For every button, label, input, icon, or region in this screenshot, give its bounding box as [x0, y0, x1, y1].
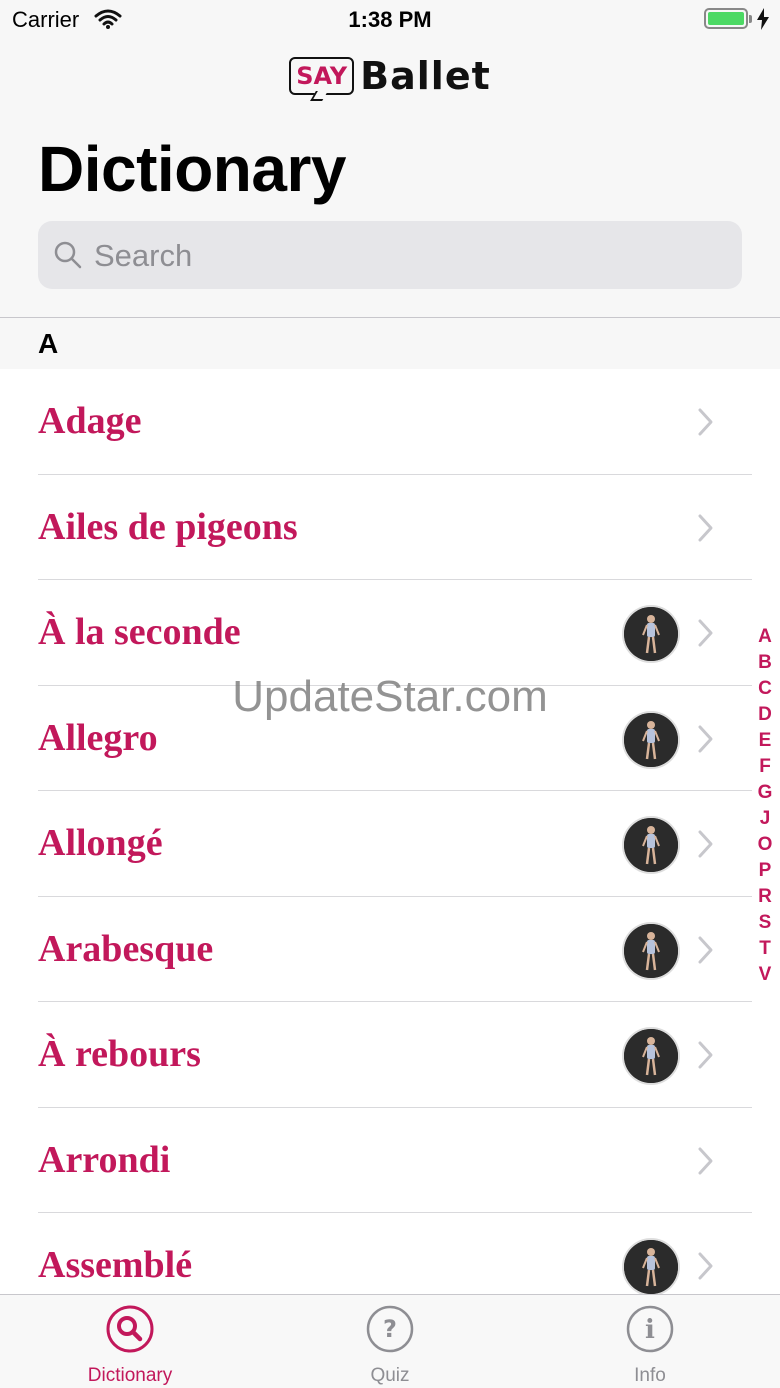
index-letter[interactable]: O	[750, 832, 780, 858]
index-letter[interactable]: V	[750, 962, 780, 988]
term-label: À rebours	[38, 1033, 201, 1075]
chevron-right-icon	[697, 724, 715, 759]
chevron-right-icon	[697, 1040, 715, 1075]
list-item[interactable]: À la seconde	[0, 580, 780, 686]
tab-label: Dictionary	[87, 1365, 173, 1386]
index-letter[interactable]: J	[750, 806, 780, 832]
chevron-right-icon	[697, 935, 715, 970]
dictionary-list: Adage Ailes de pigeons À la seconde Allegro…	[0, 369, 780, 1319]
battery-icon	[704, 8, 752, 29]
term-label: Arrondi	[38, 1138, 171, 1181]
charging-bolt-icon	[756, 8, 770, 35]
question-icon: ?	[260, 1305, 520, 1358]
watermark: UpdateStar.com	[232, 672, 548, 721]
app-logo: SAY Ballet	[0, 54, 780, 98]
term-label: Arabesque	[38, 927, 214, 970]
dancer-thumbnail	[622, 605, 680, 663]
list-item[interactable]: Allongé	[0, 791, 780, 897]
dancer-thumbnail	[622, 816, 680, 874]
chevron-right-icon	[697, 1146, 715, 1181]
list-item[interactable]: Adage	[0, 369, 780, 475]
term-label: Assemblé	[38, 1244, 193, 1286]
index-letter[interactable]: P	[750, 858, 780, 884]
page-title: Dictionary	[38, 133, 346, 205]
tab-quiz[interactable]: ? Quiz	[260, 1295, 520, 1388]
term-label: À la seconde	[38, 611, 241, 653]
tab-label: Info	[634, 1365, 666, 1386]
index-letter[interactable]: F	[750, 754, 780, 780]
index-letter[interactable]: G	[750, 780, 780, 806]
status-bar: Carrier 1:38 PM	[0, 0, 780, 40]
chevron-right-icon	[697, 407, 715, 442]
search-icon	[54, 241, 82, 274]
index-letter[interactable]: E	[750, 728, 780, 754]
index-letter[interactable]: S	[750, 910, 780, 936]
tab-dictionary[interactable]: Dictionary	[0, 1295, 260, 1388]
status-time: 1:38 PM	[348, 7, 432, 32]
navigation-header: SAY Ballet Dictionary	[0, 40, 780, 318]
dancer-thumbnail	[622, 1238, 680, 1296]
search-input[interactable]	[92, 221, 716, 291]
chevron-right-icon	[697, 618, 715, 653]
tab-bar: Dictionary ? Quiz i Info	[0, 1294, 780, 1388]
list-item[interactable]: Ailes de pigeons	[0, 475, 780, 580]
list-item[interactable]: Arabesque	[0, 897, 780, 1002]
tab-info[interactable]: i Info	[520, 1295, 780, 1388]
chevron-right-icon	[697, 1251, 715, 1286]
term-label: Ailes de pigeons	[38, 505, 298, 548]
tab-label: Quiz	[370, 1365, 410, 1386]
term-label: Allongé	[38, 822, 163, 864]
svg-text:?: ?	[383, 1315, 397, 1343]
logo-ballet: Ballet	[360, 54, 491, 98]
term-label: Adage	[38, 400, 142, 442]
index-letter[interactable]: T	[750, 936, 780, 962]
info-icon: i	[520, 1305, 780, 1358]
svg-text:i: i	[645, 1315, 655, 1345]
logo-say: SAY	[289, 57, 355, 95]
list-item[interactable]: Arrondi	[0, 1108, 780, 1213]
chevron-right-icon	[697, 829, 715, 864]
chevron-right-icon	[697, 513, 715, 548]
search-icon	[0, 1305, 260, 1358]
list-item[interactable]: À rebours	[0, 1002, 780, 1108]
term-label: Allegro	[38, 716, 158, 759]
index-letter[interactable]: A	[750, 624, 780, 650]
dancer-thumbnail	[622, 1027, 680, 1085]
section-letter: A	[38, 328, 59, 359]
search-bar[interactable]	[38, 221, 742, 291]
section-header: A	[0, 318, 780, 369]
dancer-thumbnail	[622, 921, 680, 980]
index-letter[interactable]: R	[750, 884, 780, 910]
